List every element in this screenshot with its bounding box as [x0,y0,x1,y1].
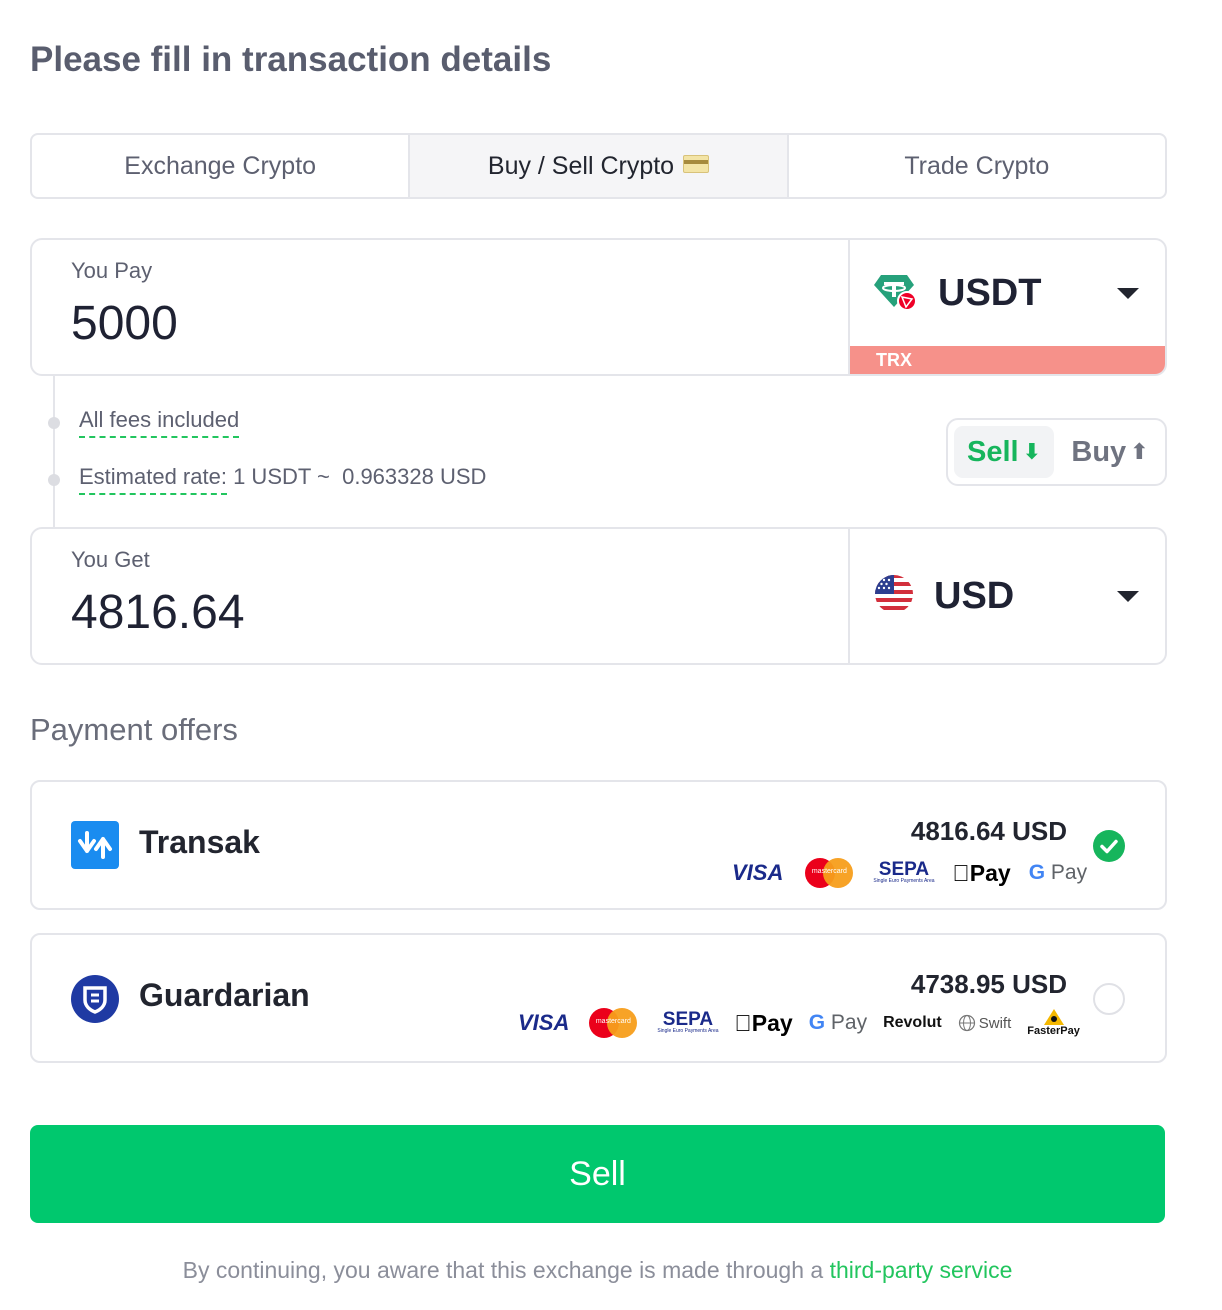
rate-value: 1 USDT ~ 0.963328 USD [233,464,487,489]
mastercard-icon: mastercard [805,858,854,888]
guardarian-logo-icon [71,975,119,1028]
you-pay-label: You Pay [71,258,153,283]
swift-icon: Swift [958,1014,1011,1032]
visa-icon: VISA [518,1010,570,1035]
chevron-down-icon [1117,591,1139,602]
tab-label: Trade Crypto [904,151,1050,180]
visa-icon: VISA [732,860,784,885]
transak-logo-icon [71,821,119,874]
payment-offers-title: Payment offers [30,712,238,747]
payment-methods: VISA mastercard SEPA Single Euro Payments… [732,856,1087,890]
offer-guardarian[interactable]: Guardarian 4738.95 USD VISA mastercard S… [30,933,1167,1063]
you-get-label: You Get [71,547,150,572]
footer-disclaimer: By continuing, you aware that this excha… [0,1257,1195,1284]
credit-card-icon [683,155,710,173]
rate-info: Estimated rate: 1 USDT ~ 0.963328 USD [79,464,487,495]
google-pay-icon: G Pay [791,1011,867,1034]
tab-bar: Exchange Crypto Buy / Sell Crypto Trade … [30,133,1167,199]
sell-toggle-button[interactable]: Sell ⬇ [954,426,1054,478]
sepa-icon: SEPA Single Euro Payments Area [657,1009,719,1034]
payment-methods: VISA mastercard SEPA Single Euro Payments… [518,1005,1080,1041]
arrow-up-icon: ⬆ [1130,439,1149,464]
timeline-dot [48,417,60,429]
buy-toggle-button[interactable]: Buy ⬆ [1062,426,1158,478]
third-party-service-link[interactable]: third-party service [830,1257,1013,1283]
mastercard-icon: mastercard [589,1008,638,1038]
get-currency-code: USD [934,574,1015,617]
sell-toggle-label: Sell [966,435,1019,468]
offer-radio-button[interactable] [1093,983,1125,1015]
fasterpay-icon: FasterPay [1027,1009,1080,1037]
you-pay-box: You Pay USDT TRX [30,238,1167,376]
sell-submit-button[interactable]: Sell [30,1125,1165,1223]
tether-trx-icon [874,271,918,316]
arrow-down-icon: ⬇ [1022,439,1042,464]
fees-info-label: All fees included [79,407,240,438]
timeline-line [53,374,55,528]
you-get-box: You Get USD [30,527,1167,665]
you-get-input[interactable] [71,585,771,640]
timeline-dot [48,474,60,486]
tab-label: Exchange Crypto [124,151,317,180]
apple-pay-icon: Pay [952,859,1011,886]
footer-text: By continuing, you aware that this excha… [182,1257,830,1283]
offer-name: Transak [139,824,260,860]
sepa-icon: SEPA Single Euro Payments Area [873,859,935,884]
pay-currency-select[interactable]: USDT [850,240,1165,346]
page-title: Please fill in transaction details [30,40,552,79]
tab-label: Buy / Sell Crypto [487,151,675,180]
offer-selected-check-icon[interactable] [1093,830,1125,862]
fees-info[interactable]: All fees included [79,407,240,438]
revolut-icon: Revolut [865,1014,942,1031]
us-flag-icon [874,574,914,619]
offer-name: Guardarian [139,977,310,1013]
offer-price: 4816.64 USD [910,816,1067,846]
offer-price: 4738.95 USD [910,969,1067,999]
tab-exchange-crypto[interactable]: Exchange Crypto [32,135,411,197]
chevron-down-icon [1117,288,1139,299]
pay-currency-code: USDT [938,271,1042,314]
apple-pay-icon: Pay [734,1009,793,1036]
buy-toggle-label: Buy [1071,435,1127,468]
offer-transak[interactable]: Transak 4816.64 USD VISA mastercard SEPA… [30,780,1167,910]
google-pay-icon: G Pay [1011,861,1087,884]
rate-label[interactable]: Estimated rate: [79,464,227,495]
get-currency-select[interactable]: USD [850,529,1165,663]
sell-buy-toggle: Sell ⬇ Buy ⬆ [946,418,1167,486]
tab-buy-sell-crypto[interactable]: Buy / Sell Crypto [410,135,789,197]
you-pay-input[interactable] [71,296,771,351]
tab-trade-crypto[interactable]: Trade Crypto [789,135,1165,197]
network-badge: TRX [850,346,1165,374]
